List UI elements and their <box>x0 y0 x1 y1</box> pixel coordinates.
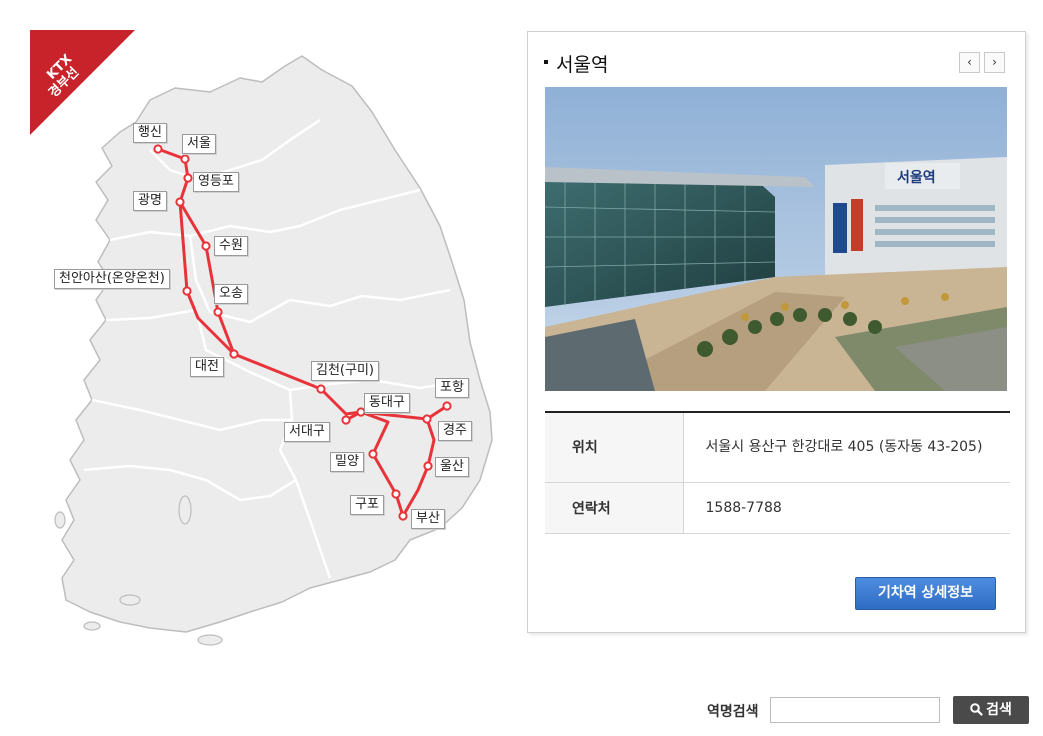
station-dot-gupo[interactable] <box>391 489 401 499</box>
station-dot-gyeongju[interactable] <box>422 414 432 424</box>
station-label-daejeon[interactable]: 대전 <box>190 357 224 377</box>
station-label-miryang[interactable]: 밀양 <box>330 452 364 472</box>
search-button[interactable]: 검색 <box>953 696 1029 724</box>
station-label-ulsan[interactable]: 울산 <box>435 457 469 477</box>
search-icon <box>970 703 983 716</box>
station-label-seodaegu[interactable]: 서대구 <box>284 422 330 442</box>
ktx-ribbon: KTX 경부선 <box>30 30 135 135</box>
korea-land <box>61 55 493 633</box>
station-dot-daejeon[interactable] <box>229 349 239 359</box>
station-label-gupo[interactable]: 구포 <box>350 495 384 515</box>
station-title: 서울역 <box>556 54 609 76</box>
station-label-osong[interactable]: 오송 <box>214 284 248 304</box>
station-dot-yeongdeungpo[interactable] <box>183 173 193 183</box>
korea-map-svg: KTX 경부선 <box>30 30 493 646</box>
station-dot-osong[interactable] <box>213 307 223 317</box>
station-dot-ulsan[interactable] <box>423 461 433 471</box>
next-button[interactable]: › <box>984 52 1005 73</box>
station-dot-gwangmyeong[interactable] <box>175 197 185 207</box>
station-info-panel: 서울역 ‹ › 서울역 위치 서울시 용산구 한강대로 405 (동자동 43-… <box>527 31 1026 633</box>
station-label-suwon[interactable]: 수원 <box>214 236 248 256</box>
station-dot-seodaegu[interactable] <box>341 415 351 425</box>
contact-label: 연락처 <box>545 482 684 534</box>
station-dot-haengsin[interactable] <box>153 144 163 154</box>
station-search-input[interactable] <box>770 697 940 723</box>
table-row: 위치 서울시 용산구 한강대로 405 (동자동 43-205) <box>545 412 1010 483</box>
station-photo: 서울역 <box>545 87 1007 391</box>
location-value: 서울시 용산구 한강대로 405 (동자동 43-205) <box>683 412 1010 483</box>
station-detail-button[interactable]: 기차역 상세정보 <box>855 577 996 610</box>
table-row: 연락처 1588-7788 <box>545 482 1010 534</box>
location-label: 위치 <box>545 412 684 483</box>
chevron-left-icon: ‹ <box>967 55 972 69</box>
title-bullet <box>544 60 548 64</box>
search-label: 역명검색 <box>707 704 759 720</box>
station-dot-gimcheon[interactable] <box>316 384 326 394</box>
station-dot-cheonan[interactable] <box>182 286 192 296</box>
prev-button[interactable]: ‹ <box>959 52 980 73</box>
station-dot-busan[interactable] <box>398 511 408 521</box>
station-label-yeongdeungpo[interactable]: 영등포 <box>193 172 239 192</box>
station-label-cheonan[interactable]: 천안아산(온양온천) <box>54 269 170 289</box>
station-label-busan[interactable]: 부산 <box>411 509 445 529</box>
station-label-dongdaegu[interactable]: 동대구 <box>364 393 410 413</box>
station-dot-seoul[interactable] <box>180 154 190 164</box>
chevron-right-icon: › <box>992 55 997 69</box>
station-dot-miryang[interactable] <box>368 449 378 459</box>
station-label-gwangmyeong[interactable]: 광명 <box>133 191 167 211</box>
contact-value: 1588-7788 <box>683 482 1010 534</box>
search-button-label: 검색 <box>986 702 1012 718</box>
station-label-haengsin[interactable]: 행신 <box>133 123 167 143</box>
station-label-pohang[interactable]: 포항 <box>435 378 469 398</box>
station-label-gyeongju[interactable]: 경주 <box>438 421 472 441</box>
station-label-gimcheon[interactable]: 김천(구미) <box>311 361 379 381</box>
route-map: KTX 경부선 행신 서울 영등포 광명 수원 천안아산(온양온천) 오송 대전… <box>0 0 520 660</box>
station-dot-pohang[interactable] <box>442 401 452 411</box>
station-info-table: 위치 서울시 용산구 한강대로 405 (동자동 43-205) 연락처 158… <box>545 411 1010 534</box>
station-label-seoul[interactable]: 서울 <box>182 134 216 154</box>
photo-sign: 서울역 <box>897 169 936 186</box>
station-dot-suwon[interactable] <box>201 241 211 251</box>
